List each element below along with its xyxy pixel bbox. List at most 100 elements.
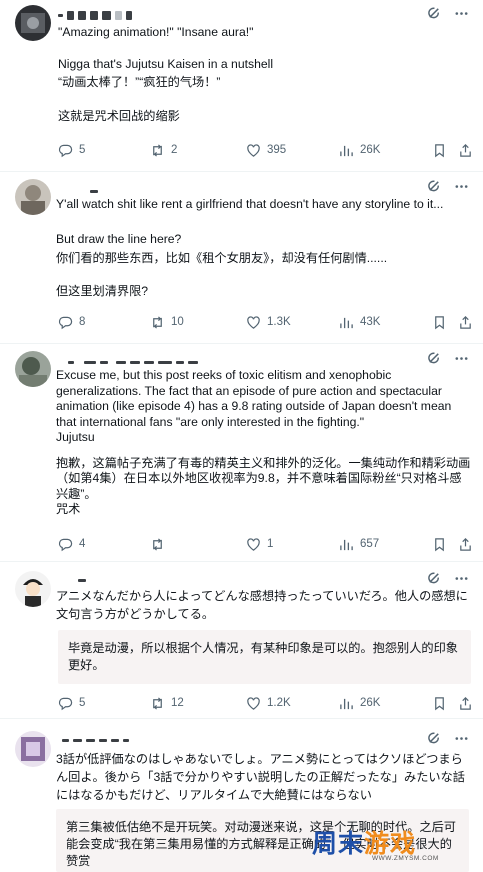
heart-icon (247, 537, 260, 551)
reply-button[interactable]: 5 (58, 143, 85, 158)
post-text: アニメなんだから人によってどんな感想持ったっていいだろ。他人の感想に文句言う方が… (56, 587, 471, 623)
like-button[interactable]: 395 (246, 143, 286, 158)
grok-icon[interactable] (427, 6, 442, 21)
reply-post[interactable]: アニメなんだから人によってどんな感想持ったっていいだろ。他人の感想に文句言う方が… (0, 562, 483, 719)
heart-icon (247, 696, 260, 710)
views-icon (340, 698, 353, 709)
avatar[interactable] (15, 5, 51, 41)
like-count: 1.2K (267, 697, 291, 709)
repost-button[interactable]: 2 (150, 143, 177, 158)
text-line: 你们看的那些东西，比如《租个女朋友》，却没有任何剧情...... (56, 251, 388, 265)
action-bar: 5 12 1.2K 26K (58, 694, 471, 712)
avatar[interactable] (15, 571, 51, 607)
share-icon (460, 315, 471, 329)
text-line: 抱歉，这篇帖子充满了有毒的精英主义和排外的泛化。一集纯动作和精彩动画（如第4集）… (56, 455, 471, 501)
bookmark-icon (435, 696, 444, 710)
repost-count: 12 (171, 697, 184, 709)
more-icon[interactable] (454, 6, 469, 21)
bookmark-icon (435, 537, 444, 551)
action-bar: 8 10 1.3K 43K (58, 313, 471, 331)
views-icon (340, 539, 353, 550)
text-line: Y'all watch shit like rent a girlfriend … (56, 197, 444, 211)
translation-box: 毕竟是动漫，所以根据个人情况，有某种印象是可以的。抱怨别人的印象更好。 (58, 630, 471, 684)
reply-icon (58, 316, 73, 329)
post-text: Y'all watch shit like rent a girlfriend … (56, 196, 473, 299)
views-icon (340, 145, 353, 156)
translation-text: 毕竟是动漫，所以根据个人情况，有某种印象是可以的。抱怨别人的印象更好。 (68, 641, 458, 672)
bookmark-button[interactable] (432, 537, 447, 552)
like-count: 1.3K (267, 316, 291, 328)
share-button[interactable] (458, 537, 473, 552)
author-header[interactable] (58, 733, 129, 747)
text-line: 但这里划清界限? (56, 284, 149, 298)
bookmark-button[interactable] (432, 696, 447, 711)
reply-button[interactable]: 8 (58, 315, 85, 330)
like-button[interactable]: 1.2K (246, 696, 291, 711)
bookmark-button[interactable] (432, 143, 447, 158)
reply-icon (58, 144, 73, 157)
reply-count: 4 (79, 538, 86, 550)
author-header[interactable] (58, 355, 198, 369)
grok-icon[interactable] (427, 351, 442, 366)
like-button[interactable]: 1.3K (246, 315, 291, 330)
post-text: Excuse me, but this post reeks of toxic … (56, 368, 473, 518)
text-line: But draw the line here? (56, 232, 182, 246)
action-bar: 4 1 657 (58, 535, 471, 553)
avatar[interactable] (15, 351, 51, 387)
views-button[interactable]: 26K (339, 143, 380, 158)
text-line: Jujutsu (56, 430, 95, 444)
more-icon[interactable] (454, 351, 469, 366)
author-header[interactable] (58, 573, 86, 587)
view-count: 657 (360, 538, 380, 550)
text-line: “动画太棒了！”“疯狂的气场！” (58, 75, 221, 89)
more-icon[interactable] (454, 571, 469, 586)
reply-post[interactable]: Y'all watch shit like rent a girlfriend … (0, 172, 483, 344)
grok-icon[interactable] (427, 571, 442, 586)
share-button[interactable] (458, 696, 473, 711)
watermark-brand-a: 周末 (312, 829, 365, 858)
view-count: 26K (360, 144, 381, 156)
more-icon[interactable] (454, 179, 469, 194)
reply-post[interactable]: Excuse me, but this post reeks of toxic … (0, 344, 483, 562)
bookmark-icon (435, 143, 444, 157)
text-line: 3話が低評価なのはしゃあないでしょ。アニメ勢にとってはクソほどつまらん回よ。後か… (56, 752, 465, 802)
watermark-url: WWW.ZMYSM.COM (372, 855, 439, 862)
avatar[interactable] (15, 179, 51, 215)
views-button[interactable]: 26K (339, 696, 380, 711)
reply-icon (58, 538, 73, 551)
like-count: 395 (267, 144, 287, 156)
like-count: 1 (267, 538, 274, 550)
reply-post[interactable]: "Amazing animation!" "Insane aura!" Nigg… (0, 0, 483, 172)
author-header[interactable] (58, 8, 132, 22)
share-button[interactable] (458, 143, 473, 158)
repost-count: 10 (171, 316, 184, 328)
more-icon[interactable] (454, 731, 469, 746)
reply-icon (58, 697, 73, 710)
views-icon (340, 317, 353, 328)
bookmark-button[interactable] (432, 315, 447, 330)
grok-icon[interactable] (427, 179, 442, 194)
share-icon (460, 537, 471, 551)
action-bar: 5 2 395 26K (58, 141, 471, 159)
reply-button[interactable]: 4 (58, 537, 85, 552)
views-button[interactable]: 657 (339, 537, 379, 552)
post-text: 3話が低評価なのはしゃあないでしょ。アニメ勢にとってはクソほどつまらん回よ。後か… (56, 750, 469, 804)
reply-button[interactable]: 5 (58, 696, 85, 711)
views-button[interactable]: 43K (339, 315, 380, 330)
avatar[interactable] (15, 731, 51, 767)
grok-icon[interactable] (427, 731, 442, 746)
heart-icon (247, 315, 260, 329)
text-line: Excuse me, but this post reeks of toxic … (56, 368, 455, 429)
view-count: 43K (360, 316, 381, 328)
text-line: "Amazing animation!" "Insane aura!" (58, 25, 254, 39)
reply-count: 5 (79, 697, 86, 709)
post-tools (427, 351, 469, 366)
share-button[interactable] (458, 315, 473, 330)
text-line: 咒术 (56, 502, 81, 516)
post-tools (427, 731, 469, 746)
repost-button[interactable]: 12 (150, 696, 184, 711)
reply-count: 5 (79, 144, 86, 156)
repost-button[interactable]: 10 (150, 315, 184, 330)
like-button[interactable]: 1 (246, 537, 273, 552)
repost-button[interactable] (150, 537, 171, 552)
